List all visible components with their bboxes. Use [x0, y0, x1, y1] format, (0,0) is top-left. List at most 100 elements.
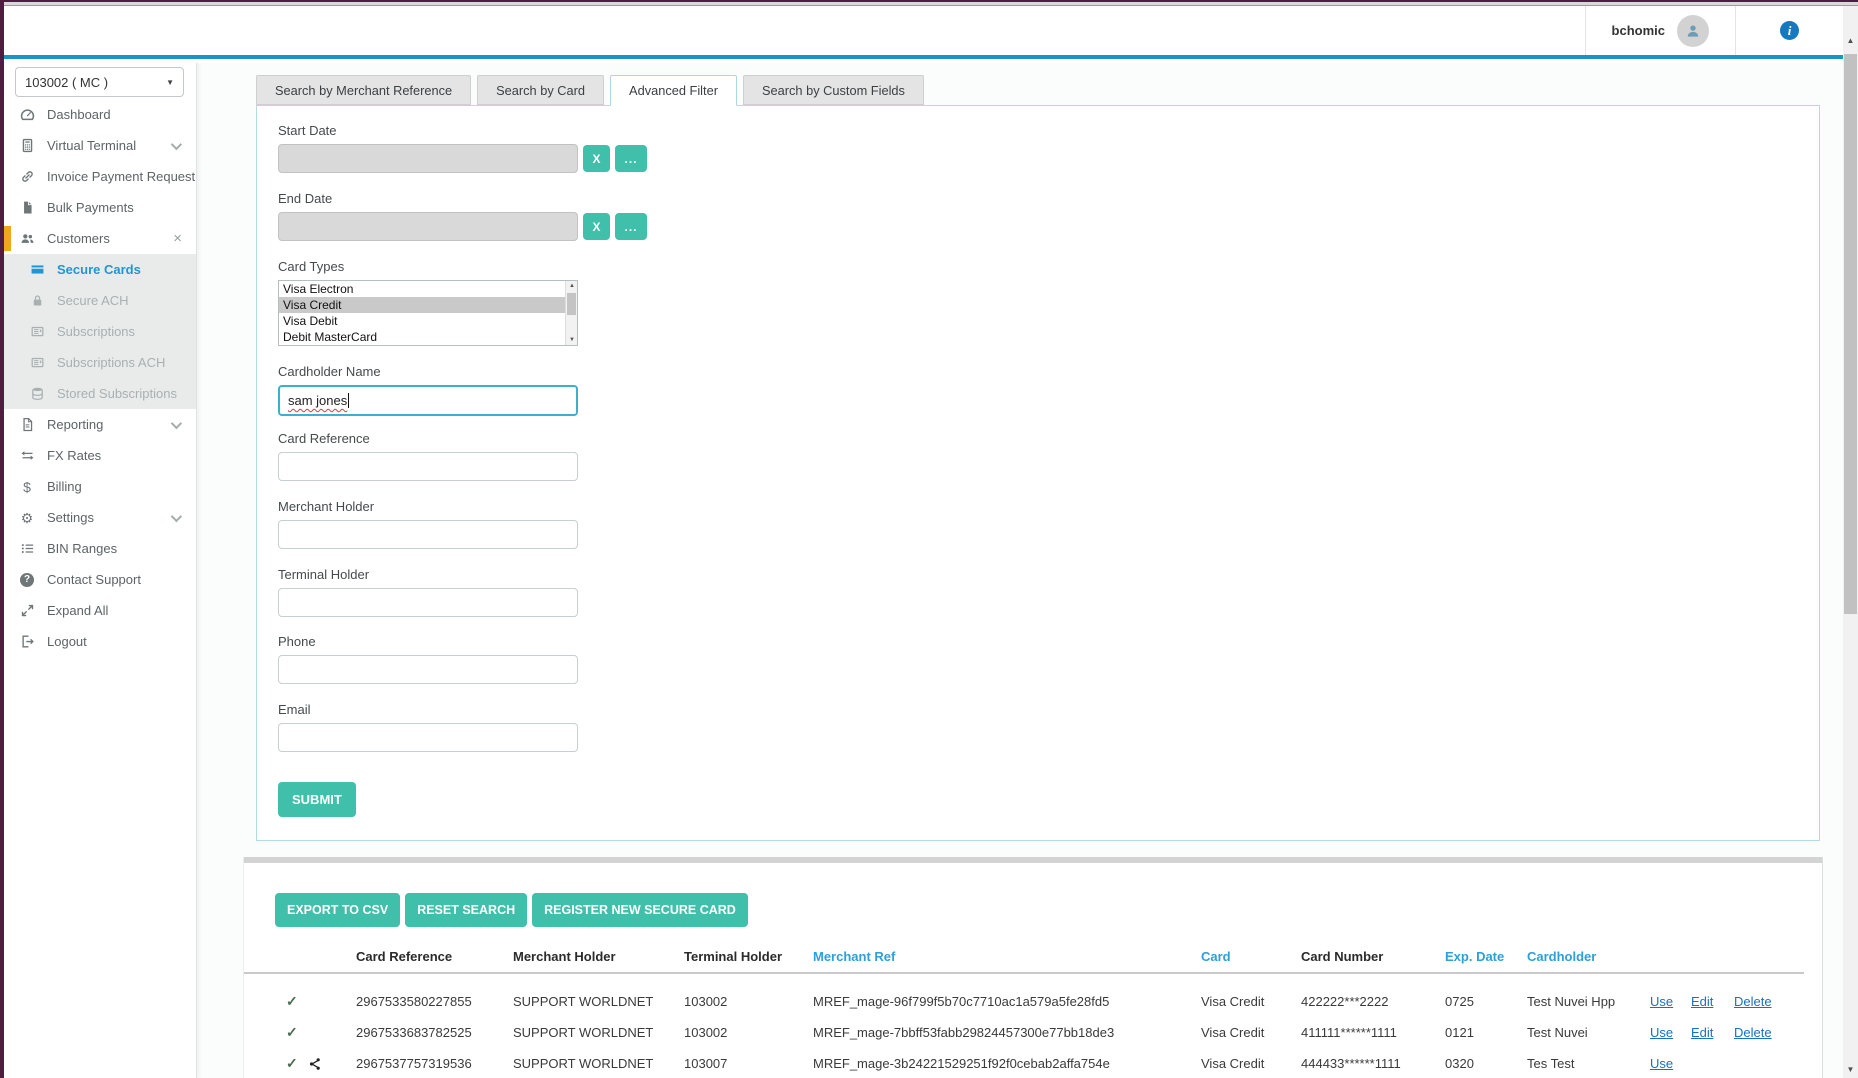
terminal-holder-input[interactable] [278, 588, 578, 617]
info-icon: i [1780, 21, 1799, 40]
sidebar-item-reporting[interactable]: Reporting [4, 409, 196, 440]
sidebar-item-fx-rates[interactable]: FX Rates [4, 440, 196, 471]
lock-icon [28, 293, 46, 308]
sidebar-item-invoice-payment-request[interactable]: Invoice Payment Request [4, 161, 196, 192]
use-link[interactable]: Use [1650, 994, 1673, 1009]
submit-button[interactable]: SUBMIT [278, 782, 356, 817]
listbox-scrollbar[interactable]: ▲ ▼ [565, 281, 577, 345]
column-header-exp-date[interactable]: Exp. Date [1445, 949, 1527, 964]
card-type-option[interactable]: Visa Debit [279, 313, 577, 329]
listbox-scroll-thumb[interactable] [567, 293, 576, 315]
edit-link[interactable]: Edit [1691, 1025, 1713, 1040]
end-date-input[interactable] [278, 212, 578, 241]
card-type-option[interactable]: Visa Credit [279, 297, 577, 313]
field-terminal-holder: Terminal Holder [278, 567, 578, 617]
register-new-secure-card-button[interactable]: REGISTER NEW SECURE CARD [532, 893, 748, 927]
start-date-input[interactable] [278, 144, 578, 173]
cell-cardholder: Test Nuvei Hpp [1527, 994, 1616, 1009]
email-label: Email [278, 702, 311, 717]
email-input[interactable] [278, 723, 578, 752]
export-to-csv-button[interactable]: EXPORT TO CSV [275, 893, 401, 927]
end-date-clear-button[interactable]: X [583, 213, 610, 240]
newspaper-icon [28, 355, 46, 370]
sidebar-item-label: FX Rates [47, 448, 102, 463]
user-menu[interactable]: bchomic [1584, 6, 1735, 55]
scroll-down-arrow-icon[interactable]: ▼ [1843, 1065, 1858, 1074]
tab-search-by-card[interactable]: Search by Card [477, 75, 605, 105]
sidebar-item-secure-cards[interactable]: Secure Cards [4, 254, 196, 285]
sidebar-item-secure-ach[interactable]: Secure ACH [4, 285, 196, 316]
card-reference-input[interactable] [278, 452, 578, 481]
sidebar-item-label: Customers [47, 231, 110, 246]
sidebar-item-expand-all[interactable]: Expand All [4, 595, 196, 626]
sidebar-item-label: Bulk Payments [47, 200, 134, 215]
table-action-buttons: EXPORT TO CSV RESET SEARCH REGISTER NEW … [275, 893, 1822, 927]
cardholder-name-label: Cardholder Name [278, 364, 381, 379]
use-link[interactable]: Use [1650, 1056, 1673, 1071]
cell-card: Visa Credit [1201, 994, 1265, 1009]
column-header-merchant-ref[interactable]: Merchant Ref [813, 949, 1201, 964]
tab-search-by-merchant-reference[interactable]: Search by Merchant Reference [256, 75, 472, 105]
info-button[interactable]: i [1735, 6, 1843, 55]
tab-advanced-filter[interactable]: Advanced Filter [610, 75, 737, 106]
scroll-up-arrow-icon[interactable]: ▲ [1843, 36, 1858, 45]
edit-link[interactable]: Edit [1691, 994, 1713, 1009]
close-icon[interactable]: × [173, 230, 182, 247]
credit-card-icon [28, 262, 46, 277]
page-scrollbar[interactable]: ▲ ▼ [1843, 6, 1858, 1078]
sidebar-item-virtual-terminal[interactable]: Virtual Terminal [4, 130, 196, 161]
sidebar-item-contact-support[interactable]: ? Contact Support [4, 564, 196, 595]
use-link[interactable]: Use [1650, 1025, 1673, 1040]
sidebar-item-dashboard[interactable]: Dashboard [4, 99, 196, 130]
end-date-picker-button[interactable]: ... [615, 213, 647, 240]
secure-cards-page: bchomic i ▲ ▼ 103002 ( MC ) ▼ Dashboard V… [0, 0, 1858, 1078]
listbox-scroll-up-icon[interactable]: ▲ [566, 283, 577, 289]
cardholder-name-input[interactable]: sam jones [278, 385, 578, 416]
card-types-listbox[interactable]: Visa Electron Visa Credit Visa Debit Debit … [278, 280, 578, 346]
tab-search-by-custom-fields[interactable]: Search by Custom Fields [742, 75, 924, 105]
reset-search-button[interactable]: RESET SEARCH [405, 893, 528, 927]
sidebar-item-bin-ranges[interactable]: BIN Ranges [4, 533, 196, 564]
phone-input[interactable] [278, 655, 578, 684]
cell-terminal-holder: 103002 [684, 1025, 728, 1040]
card-type-option[interactable]: Debit MasterCard [279, 329, 577, 345]
sidebar-item-label: Settings [47, 510, 94, 525]
sidebar-item-label: Reporting [47, 417, 104, 432]
sidebar-item-billing[interactable]: $ Billing [4, 471, 196, 502]
cell-action: Edit [1691, 994, 1734, 1009]
cell-exp-date: 0121 [1445, 1025, 1474, 1040]
table-row: ✓ 2967533580227855 SUPPORT WORLDNET 103002 M… [244, 986, 1804, 1017]
sidebar-item-logout[interactable]: Logout [4, 626, 196, 657]
field-phone: Phone [278, 634, 578, 684]
merchant-holder-input[interactable] [278, 520, 578, 549]
username-label: bchomic [1611, 23, 1665, 38]
sidebar-item-label: Subscriptions ACH [57, 355, 166, 370]
list-icon [18, 541, 36, 556]
listbox-scroll-down-icon[interactable]: ▼ [566, 337, 577, 343]
cell-card-reference: 2967533683782525 [356, 1025, 472, 1040]
database-icon [28, 386, 46, 401]
start-date-picker-button[interactable]: ... [615, 145, 647, 172]
text-cursor [348, 393, 350, 408]
terminal-select[interactable]: 103002 ( MC ) ▼ [15, 67, 184, 97]
column-header-cardholder[interactable]: Cardholder [1527, 949, 1650, 964]
sidebar-item-bulk-payments[interactable]: Bulk Payments [4, 192, 196, 223]
column-header-card[interactable]: Card [1201, 949, 1301, 964]
start-date-clear-button[interactable]: X [583, 145, 610, 172]
sidebar-item-subscriptions[interactable]: Subscriptions [4, 316, 196, 347]
sidebar-item-settings[interactable]: ⚙ Settings [4, 502, 196, 533]
delete-link[interactable]: Delete [1734, 994, 1772, 1009]
caret-down-icon: ▼ [166, 77, 174, 87]
gear-icon: ⚙ [18, 511, 36, 525]
scrollbar-thumb[interactable] [1844, 54, 1857, 614]
sidebar-item-label: Contact Support [47, 572, 141, 587]
sidebar-item-stored-subscriptions[interactable]: Stored Subscriptions [4, 378, 196, 409]
card-type-option[interactable]: Visa Electron [279, 281, 577, 297]
report-icon [18, 417, 36, 432]
sidebar-item-subscriptions-ach[interactable]: Subscriptions ACH [4, 347, 196, 378]
table-row: ✓ 2967537757319536 SUPPORT WORLDNET 103007 M… [244, 1048, 1804, 1078]
cell-card-number: 422222***2222 [1301, 994, 1389, 1009]
cell-card-number: 411111******1111 [1301, 1025, 1397, 1040]
sidebar-item-customers[interactable]: Customers × [4, 223, 196, 254]
delete-link[interactable]: Delete [1734, 1025, 1772, 1040]
